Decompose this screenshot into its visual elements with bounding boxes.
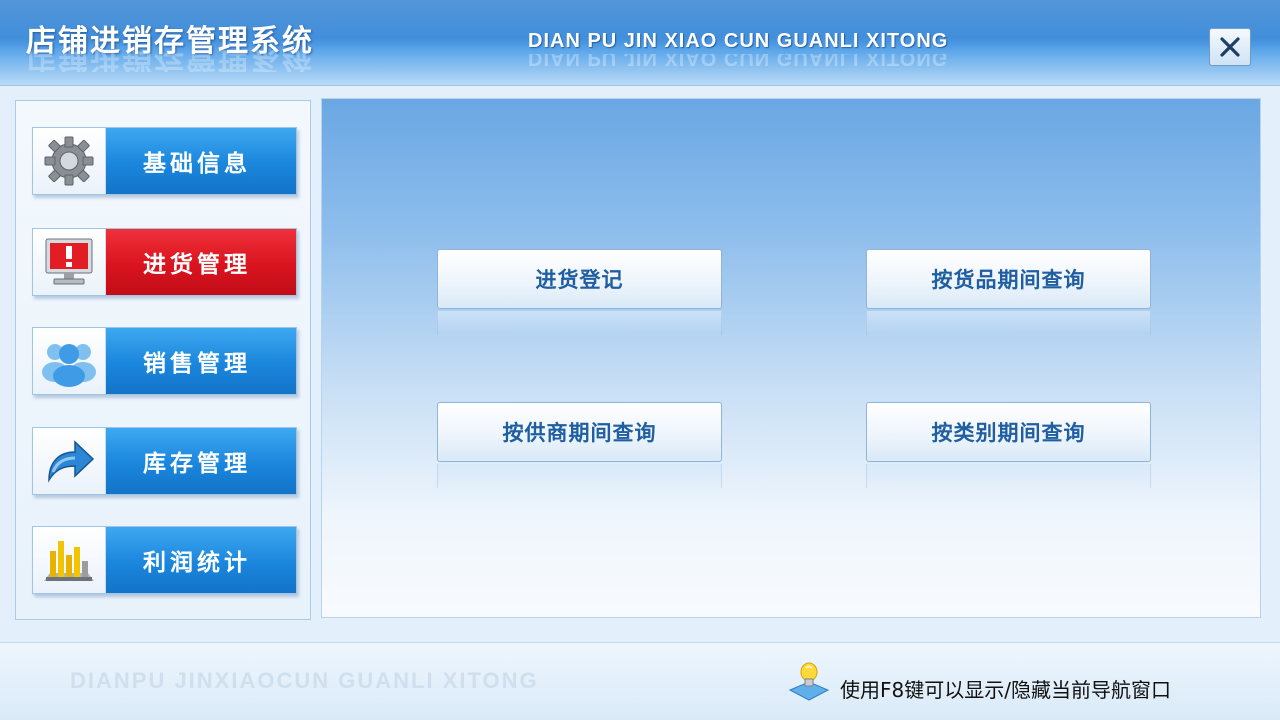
button-reflection	[866, 464, 1151, 488]
nav-item-label: 利润统计	[106, 527, 296, 593]
query-by-category-period-button[interactable]: 按类别期间查询	[866, 402, 1151, 462]
nav-item-label: 进货管理	[106, 229, 296, 295]
app-title-reflection: 店铺进销存管理系统	[26, 50, 314, 72]
f8-hint-text: 使用F8键可以显示/隐藏当前导航窗口	[840, 678, 1171, 702]
query-by-supplier-period-button[interactable]: 按供商期间查询	[437, 402, 722, 462]
close-button[interactable]	[1209, 28, 1251, 66]
nav-item-label: 库存管理	[106, 428, 296, 494]
purchase-register-button[interactable]: 进货登记	[437, 249, 722, 309]
lightbulb-icon	[784, 660, 834, 702]
gear-icon	[33, 128, 106, 194]
alert-monitor-icon	[33, 229, 106, 295]
button-reflection	[437, 311, 722, 335]
query-by-product-period-button[interactable]: 按货品期间查询	[866, 249, 1151, 309]
arrow-icon	[33, 428, 106, 494]
bar-chart-icon	[33, 527, 106, 593]
title-bar: 店铺进销存管理系统 店铺进销存管理系统 DIAN PU JIN XIAO CUN…	[0, 0, 1280, 86]
content-panel	[321, 98, 1261, 618]
nav-item-basic-info[interactable]: 基础信息	[32, 127, 297, 195]
button-reflection	[437, 464, 722, 488]
nav-item-label: 销售管理	[106, 328, 296, 394]
button-reflection	[866, 311, 1151, 335]
nav-item-inventory[interactable]: 库存管理	[32, 427, 297, 495]
close-icon	[1220, 37, 1240, 57]
nav-item-sales[interactable]: 销售管理	[32, 327, 297, 395]
app-subtitle-reflection: DIAN PU JIN XIAO CUN GUANLI XITONG	[528, 54, 949, 68]
footer-brand: DIANPU JINXIAOCUN GUANLI XITONG	[70, 668, 539, 693]
nav-item-label: 基础信息	[106, 128, 296, 194]
nav-item-purchase[interactable]: 进货管理	[32, 228, 297, 296]
nav-item-profit[interactable]: 利润统计	[32, 526, 297, 594]
app-subtitle: DIAN PU JIN XIAO CUN GUANLI XITONG	[528, 30, 949, 52]
users-icon	[33, 328, 106, 394]
